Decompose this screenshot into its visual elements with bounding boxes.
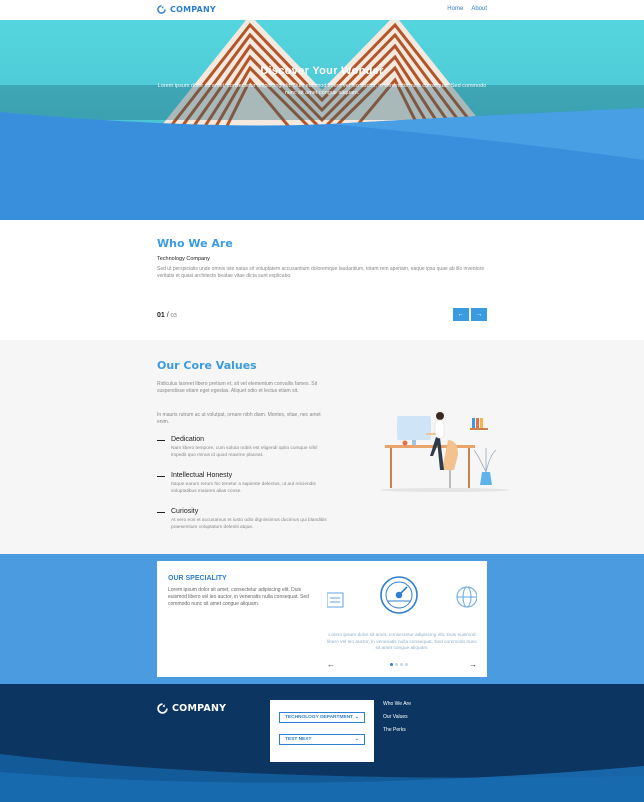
- footer-select-panel: TECHNOLOGY DEPARTMENT ⌄ TEST NEXT ⌄: [270, 700, 374, 762]
- slide-controls: ← →: [453, 308, 487, 321]
- slide-current: 01: [157, 312, 165, 319]
- top-navbar: COMPANY Home About: [0, 0, 644, 20]
- test-select-value: TEST NEXT: [285, 737, 312, 742]
- value-title: Dedication: [171, 436, 205, 443]
- carousel-dots: [390, 663, 408, 666]
- speciality-title: OUR SPECIALITY: [168, 575, 227, 582]
- core-intro-1: Ridiculus laoreet libero pretium et, sit…: [157, 381, 318, 394]
- slide-prev-button[interactable]: ←: [453, 308, 469, 321]
- dash-icon: [157, 476, 165, 477]
- value-desc: Nam libero tempore, cum soluta nobis est…: [171, 446, 318, 458]
- speedometer-icon: [380, 576, 418, 614]
- carousel-dot[interactable]: [400, 663, 403, 666]
- who-title: Who We Are: [157, 237, 233, 250]
- speciality-card: OUR SPECIALITY Lorem ipsum dolor sit ame…: [157, 561, 487, 677]
- value-desc: At vero eos et accusamus et iusto odio d…: [171, 518, 327, 530]
- who-subtitle: Technology Company: [157, 256, 210, 262]
- value-title: Curiosity: [171, 508, 199, 515]
- footer-link-our-values[interactable]: Our Values: [383, 714, 411, 720]
- logo-icon: [157, 703, 168, 714]
- carousel-text: Lorem ipsum dolor sit amet, consectetur …: [327, 633, 477, 651]
- carousel-dot[interactable]: [395, 663, 398, 666]
- hero-building-image: [0, 20, 644, 220]
- speciality-section: OUR SPECIALITY Lorem ipsum dolor sit ame…: [0, 554, 644, 684]
- hero-title: Discover Your Wonder: [260, 65, 384, 77]
- department-select-value: TECHNOLOGY DEPARTMENT: [285, 715, 354, 720]
- speciality-text: Lorem ipsum dolor sit amet, consectetur …: [168, 587, 309, 607]
- chevron-down-icon: ⌄: [354, 714, 359, 720]
- logo-icon: [157, 5, 166, 14]
- footer-brand[interactable]: COMPANY: [157, 703, 226, 714]
- brand-logo[interactable]: COMPANY: [157, 5, 216, 14]
- who-paragraph: Sed ut perspiciatis unde omnis iste natu…: [157, 266, 485, 279]
- nav-link-home[interactable]: Home: [447, 6, 463, 12]
- slide-next-button[interactable]: →: [471, 308, 487, 321]
- test-select[interactable]: TEST NEXT ⌄: [279, 734, 365, 745]
- core-intro-2: In mauris rutrum ac ut volutpat, ornare …: [157, 412, 321, 425]
- dash-icon: [157, 440, 165, 441]
- carousel-dot[interactable]: [405, 663, 408, 666]
- workspace-illustration: [380, 412, 510, 492]
- brand-name: COMPANY: [170, 5, 216, 14]
- footer-brand-name: COMPANY: [172, 703, 227, 714]
- value-desc: Itaque earum rerum hic tenetur a sapient…: [171, 482, 316, 494]
- nav-link-about[interactable]: About: [471, 6, 487, 12]
- footer-link-who-we-are[interactable]: Who We Are: [383, 701, 411, 707]
- footer: COMPANY TECHNOLOGY DEPARTMENT ⌄ TEST NEX…: [0, 684, 644, 802]
- hero-banner: Discover Your Wonder Lorem ipsum dolor s…: [0, 20, 644, 220]
- footer-links: Who We Are Our Values The Perks: [383, 701, 411, 733]
- footer-link-the-perks[interactable]: The Perks: [383, 727, 411, 733]
- value-title: Intellectual Honesty: [171, 472, 233, 479]
- dash-icon: [157, 512, 165, 513]
- globe-icon: [456, 586, 477, 608]
- core-title: Our Core Values: [157, 359, 257, 372]
- speciality-carousel: Lorem ipsum dolor sit amet, consectetur …: [327, 571, 477, 671]
- carousel-icons: [327, 576, 477, 614]
- carousel-next-button[interactable]: →: [469, 660, 477, 669]
- document-icon: [327, 592, 344, 608]
- slide-total: 03: [170, 313, 177, 319]
- nav-links: Home About: [447, 6, 487, 12]
- department-select[interactable]: TECHNOLOGY DEPARTMENT ⌄: [279, 712, 365, 723]
- carousel-prev-button[interactable]: ←: [327, 660, 335, 669]
- who-we-are-section: Who We Are Technology Company Sed ut per…: [0, 220, 644, 340]
- hero-subtitle: Lorem ipsum dolor sit amet, consectetur …: [157, 83, 487, 96]
- core-values-section: Our Core Values Ridiculus laoreet libero…: [0, 340, 644, 554]
- carousel-dot[interactable]: [390, 663, 393, 666]
- slide-counter: 01 / 03: [157, 312, 177, 319]
- chevron-down-icon: ⌄: [354, 736, 359, 742]
